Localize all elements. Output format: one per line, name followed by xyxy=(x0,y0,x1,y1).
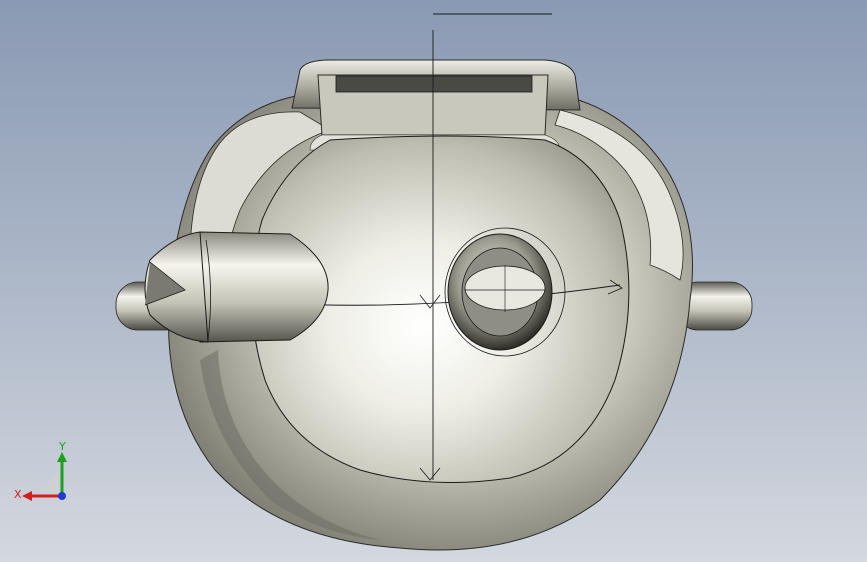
top-slot[interactable] xyxy=(335,75,533,93)
x-axis-label: X xyxy=(14,488,22,501)
graphics-viewport[interactable]: Y X xyxy=(0,0,867,562)
y-axis-label: Y xyxy=(58,440,66,453)
triad-plane xyxy=(40,472,58,494)
y-axis-arrow xyxy=(57,452,67,496)
coordinate-triad: Y X xyxy=(14,440,67,501)
z-axis-origin xyxy=(58,492,66,500)
3d-model-view[interactable] xyxy=(0,0,867,562)
left-nozzle[interactable] xyxy=(144,231,329,343)
